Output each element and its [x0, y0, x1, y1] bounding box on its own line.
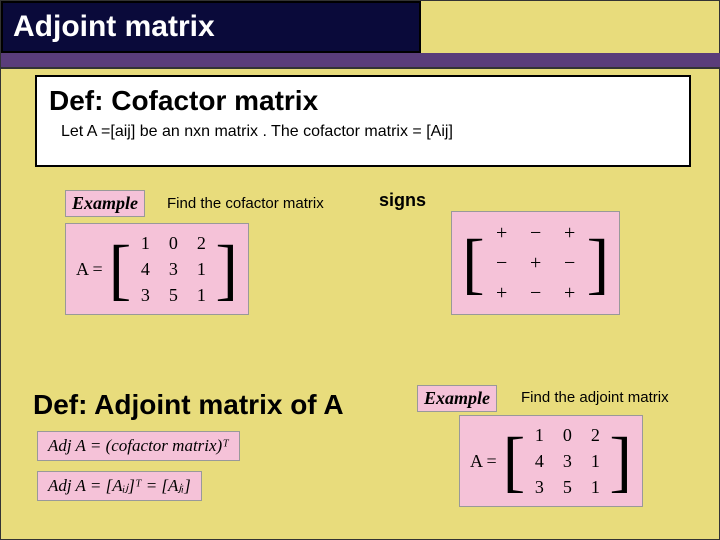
cell: 0 [159, 233, 187, 254]
slide-title: Adjoint matrix [13, 10, 215, 44]
cell: 5 [553, 477, 581, 498]
right-bracket-icon: ] [609, 431, 632, 491]
matrix-brackets: [ 102 431 351 ] [109, 230, 238, 308]
matrix-brackets: [ 102 431 351 ] [503, 422, 632, 500]
left-bracket-icon: [ [109, 239, 132, 299]
matrix-a-prefix: A = [470, 451, 497, 472]
cell: 0 [553, 425, 581, 446]
left-bracket-icon: [ [462, 233, 485, 293]
matrix-a-adjoint: A = [ 102 431 351 ] [459, 415, 643, 507]
matrix-a-cofactor: A = [ 102 431 351 ] [65, 223, 249, 315]
cell: 1 [187, 259, 215, 280]
matrix-grid-2: 102 431 351 [525, 422, 609, 500]
signs-matrix: [ +−+ −+− +−+ ] [451, 211, 620, 315]
slide: Adjoint matrix Def: Cofactor matrix Let … [0, 0, 720, 540]
matrix-grid-1: 102 431 351 [131, 230, 215, 308]
example-label-2: Example [417, 385, 497, 412]
cell: 2 [187, 233, 215, 254]
cell: − [553, 252, 587, 275]
cell: 3 [131, 285, 159, 306]
cell: 1 [525, 425, 553, 446]
cell: 2 [581, 425, 609, 446]
cell: 1 [581, 451, 609, 472]
example-label-1: Example [65, 190, 145, 217]
right-bracket-icon: ] [215, 239, 238, 299]
cell: − [519, 282, 553, 305]
signs-label: signs [379, 190, 426, 211]
cell: 1 [581, 477, 609, 498]
definition-1-body: Let A =[aij] be an nxn matrix . The cofa… [49, 123, 677, 141]
divider-line [1, 67, 720, 69]
title-box: Adjoint matrix [1, 1, 421, 53]
cell: + [519, 252, 553, 275]
cell: 5 [159, 285, 187, 306]
cell: + [553, 282, 587, 305]
cell: 1 [187, 285, 215, 306]
matrix-brackets: [ +−+ −+− +−+ ] [462, 218, 609, 308]
matrix-a-prefix: A = [76, 259, 103, 280]
accent-bar [1, 53, 720, 67]
cell: − [485, 252, 519, 275]
cell: 3 [525, 477, 553, 498]
cell: 1 [131, 233, 159, 254]
signs-grid: +−+ −+− +−+ [485, 218, 587, 308]
definition-box-1: Def: Cofactor matrix Let A =[aij] be an … [35, 75, 691, 167]
definition-1-heading: Def: Cofactor matrix [49, 85, 677, 117]
cell: 4 [131, 259, 159, 280]
cell: − [519, 222, 553, 245]
right-bracket-icon: ] [587, 233, 610, 293]
cell: 4 [525, 451, 553, 472]
find-adjoint-text: Find the adjoint matrix [521, 389, 669, 406]
cell: 3 [159, 259, 187, 280]
cell: + [553, 222, 587, 245]
adjoint-formula-2: Adj A = [Aᵢⱼ]ᵀ = [Aⱼᵢ] [37, 471, 202, 501]
left-bracket-icon: [ [503, 431, 526, 491]
definition-2-heading: Def: Adjoint matrix of A [33, 389, 344, 421]
adjoint-formula-1: Adj A = (cofactor matrix)ᵀ [37, 431, 240, 461]
cell: + [485, 222, 519, 245]
find-cofactor-text: Find the cofactor matrix [167, 195, 324, 212]
cell: + [485, 282, 519, 305]
cell: 3 [553, 451, 581, 472]
